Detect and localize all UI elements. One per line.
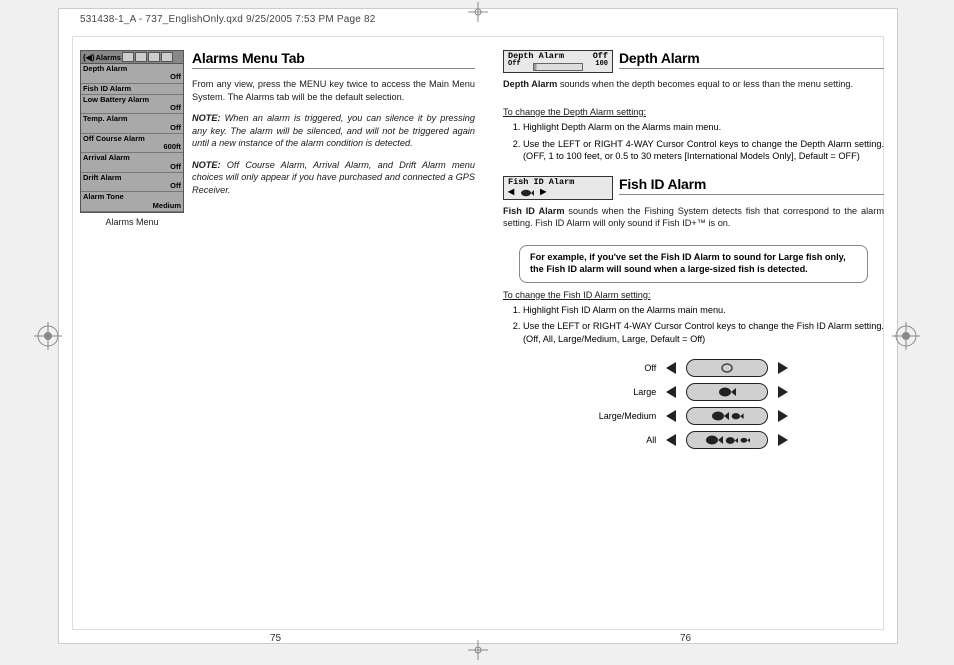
arrow-left-icon: [662, 405, 680, 427]
menu-row: Fish ID Alarm: [81, 84, 183, 95]
fish-option-icon: [686, 431, 768, 449]
arrow-right-icon: [774, 405, 792, 427]
fish-option-icon: [686, 407, 768, 425]
fish-id-steps: Highlight Fish ID Alarm on the Alarms ma…: [503, 304, 884, 345]
alarms-note-2: NOTE: Off Course Alarm, Arrival Alarm, a…: [192, 159, 475, 196]
fish-option-label: All: [595, 429, 661, 451]
menu-row: Depth AlarmOff: [81, 64, 183, 84]
print-header: 531438-1_A - 737_EnglishOnly.qxd 9/25/20…: [80, 14, 376, 25]
fish-id-change-heading: To change the Fish ID Alarm setting:: [503, 289, 884, 301]
section-rule: [192, 68, 475, 69]
menu-row: Temp. AlarmOff: [81, 114, 183, 134]
right-column: Depth AlarmOff Off100 Depth Alarm Depth …: [503, 50, 884, 618]
fish-option-label: Off: [595, 357, 661, 379]
alarms-note-1: NOTE: When an alarm is triggered, you ca…: [192, 112, 475, 149]
fish-option-label: Large: [595, 381, 661, 403]
registration-mark-right: [892, 322, 920, 350]
fish-id-intro: Fish ID Alarm sounds when the Fishing Sy…: [503, 205, 884, 230]
depth-alarm-intro: Depth Alarm sounds when the depth become…: [503, 78, 884, 90]
menu-caption: Alarms Menu: [80, 217, 184, 227]
menu-row: Low Battery AlarmOff: [81, 95, 183, 115]
menu-row: Off Course Alarm600ft: [81, 134, 183, 154]
registration-mark-left: [34, 322, 62, 350]
arrow-right-icon: [774, 429, 792, 451]
fish-option-row: Large: [595, 381, 793, 403]
fishid-step-2: Use the LEFT or RIGHT 4-WAY Cursor Contr…: [523, 320, 884, 345]
fish-id-options-table: OffLargeLarge/MediumAll: [593, 355, 795, 453]
arrow-left-icon: [662, 357, 680, 379]
menu-row: Alarm ToneMedium: [81, 192, 183, 212]
arrow-right-icon: [774, 357, 792, 379]
menu-row: Arrival AlarmOff: [81, 153, 183, 173]
depth-alarm-change-heading: To change the Depth Alarm setting:: [503, 106, 884, 118]
page-number-left: 75: [270, 633, 281, 644]
depth-step-2: Use the LEFT or RIGHT 4-WAY Cursor Contr…: [523, 138, 884, 163]
arrow-left-icon: [662, 429, 680, 451]
fish-option-row: Off: [595, 357, 793, 379]
page-content: (◀)Alarms Depth AlarmOffFish ID AlarmLow…: [80, 50, 884, 618]
fish-id-alarm-section: Fish ID Alarm ◀ ▶ Fish ID Alarm Fish ID …: [503, 176, 884, 238]
fishid-step-1: Highlight Fish ID Alarm on the Alarms ma…: [523, 304, 884, 316]
fish-id-setting-box: Fish ID Alarm ◀ ▶: [503, 176, 613, 199]
depth-alarm-setting-box: Depth AlarmOff Off100: [503, 50, 613, 73]
section-rule: [619, 68, 884, 69]
section-rule: [619, 194, 884, 195]
fish-option-icon: [686, 359, 768, 377]
depth-alarm-steps: Highlight Depth Alarm on the Alarms main…: [503, 121, 884, 162]
depth-alarm-section: Depth AlarmOff Off100 Depth Alarm Depth …: [503, 50, 884, 100]
fish-option-row: All: [595, 429, 793, 451]
menu-row: Drift AlarmOff: [81, 173, 183, 193]
alarms-intro-text: From any view, press the MENU key twice …: [192, 78, 475, 103]
page-number-right: 76: [680, 633, 691, 644]
crop-mark-bottom: [468, 640, 488, 660]
arrow-left-icon: [662, 381, 680, 403]
fish-option-icon: [686, 383, 768, 401]
left-column: (◀)Alarms Depth AlarmOffFish ID AlarmLow…: [80, 50, 475, 618]
fish-option-label: Large/Medium: [595, 405, 661, 427]
alarms-menu-screenshot: (◀)Alarms Depth AlarmOffFish ID AlarmLow…: [80, 50, 184, 227]
crop-mark-top: [468, 2, 488, 22]
depth-step-1: Highlight Depth Alarm on the Alarms main…: [523, 121, 884, 133]
menu-header: (◀)Alarms: [81, 51, 183, 64]
arrow-right-icon: [774, 381, 792, 403]
fish-option-row: Large/Medium: [595, 405, 793, 427]
fish-id-example-box: For example, if you've set the Fish ID A…: [519, 245, 868, 283]
